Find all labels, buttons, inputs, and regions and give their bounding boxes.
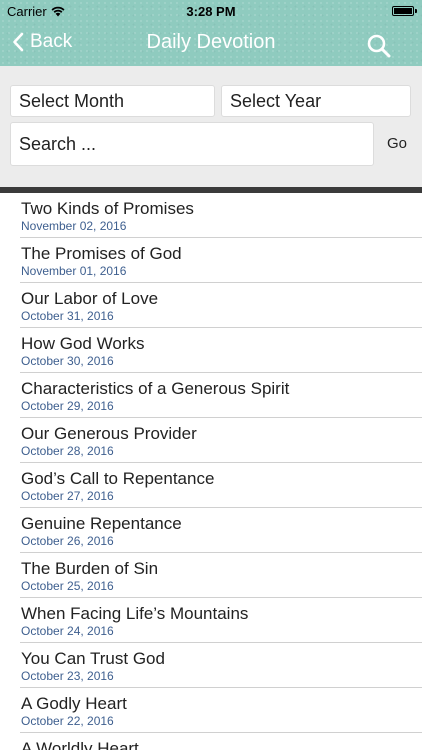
month-select[interactable]: Select Month: [10, 85, 215, 117]
devotion-date: November 01, 2016: [21, 264, 127, 278]
list-item[interactable]: God’s Call to Repentance October 27, 2016: [20, 463, 422, 508]
devotion-date: October 24, 2016: [21, 624, 114, 638]
devotion-date: November 02, 2016: [21, 219, 127, 233]
list-item[interactable]: You Can Trust God October 23, 2016: [20, 643, 422, 688]
search-icon: [367, 34, 391, 58]
list-item[interactable]: How God Works October 30, 2016: [20, 328, 422, 373]
page-title: Daily Devotion: [146, 31, 276, 53]
devotion-title: God’s Call to Repentance: [21, 469, 215, 488]
navigation-bar: Back Daily Devotion: [0, 22, 422, 66]
devotion-title: How God Works: [21, 334, 145, 353]
list-item[interactable]: A Worldly Heart: [20, 733, 422, 750]
battery-cap: [415, 9, 417, 13]
status-bar: Carrier 3:28 PM: [0, 0, 422, 22]
devotion-title: Characteristics of a Generous Spirit: [21, 379, 290, 398]
list-item[interactable]: Two Kinds of Promises November 02, 2016: [20, 193, 422, 238]
list-item[interactable]: The Promises of God November 01, 2016: [20, 238, 422, 283]
battery-icon: [392, 6, 417, 16]
battery-fill: [394, 8, 412, 14]
devotion-list: Two Kinds of Promises November 02, 2016 Th…: [0, 193, 422, 750]
devotion-title: When Facing Life’s Mountains: [21, 604, 249, 623]
devotion-date: October 22, 2016: [21, 714, 114, 728]
search-button[interactable]: [366, 33, 392, 59]
devotion-date: October 30, 2016: [21, 354, 114, 368]
devotion-date: October 25, 2016: [21, 579, 114, 593]
status-time: 3:28 PM: [186, 4, 236, 19]
devotion-title: The Burden of Sin: [21, 559, 159, 578]
list-item[interactable]: Our Generous Provider October 28, 2016: [20, 418, 422, 463]
devotion-date: October 28, 2016: [21, 444, 114, 458]
devotion-date: October 31, 2016: [21, 309, 114, 323]
header: Carrier 3:28 PM Back Daily Devotion: [0, 0, 422, 66]
devotion-title: A Worldly Heart: [21, 739, 139, 750]
devotion-title: Our Generous Provider: [21, 424, 197, 443]
devotion-date: October 23, 2016: [21, 669, 114, 683]
search-input[interactable]: [10, 122, 374, 166]
devotion-date: October 26, 2016: [21, 534, 114, 548]
go-button[interactable]: Go: [380, 122, 414, 166]
list-item[interactable]: A Godly Heart October 22, 2016: [20, 688, 422, 733]
devotion-title: You Can Trust God: [21, 649, 165, 668]
list-item[interactable]: The Burden of Sin October 25, 2016: [20, 553, 422, 598]
devotion-title: The Promises of God: [21, 244, 182, 263]
year-select[interactable]: Select Year: [221, 85, 411, 117]
devotion-date: October 27, 2016: [21, 489, 114, 503]
devotion-title: Our Labor of Love: [21, 289, 159, 308]
filter-panel: Select Month Select Year Go: [0, 66, 422, 187]
list-item[interactable]: When Facing Life’s Mountains October 24, …: [20, 598, 422, 643]
list-item[interactable]: Characteristics of a Generous Spirit Octo…: [20, 373, 422, 418]
list-item[interactable]: Our Labor of Love October 31, 2016: [20, 283, 422, 328]
devotion-date: October 29, 2016: [21, 399, 114, 413]
devotion-title: A Godly Heart: [21, 694, 127, 713]
list-item[interactable]: Genuine Repentance October 26, 2016: [20, 508, 422, 553]
devotion-title: Genuine Repentance: [21, 514, 182, 533]
devotion-title: Two Kinds of Promises: [21, 199, 194, 218]
